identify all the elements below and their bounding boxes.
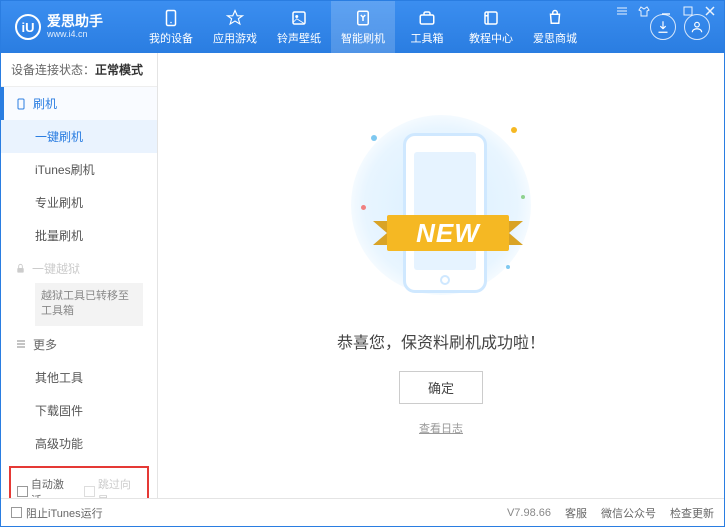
jailbreak-moved-note: 越狱工具已转移至工具箱 — [35, 283, 143, 326]
app-logo: iU 爱思助手 www.i4.cn — [9, 14, 139, 40]
nav-tab-6[interactable]: 爱思商城 — [523, 1, 587, 53]
sidebar-item-pro-flash[interactable]: 专业刷机 — [1, 186, 157, 219]
success-illustration: NEW — [361, 115, 521, 315]
nav-tab-2[interactable]: 铃声壁纸 — [267, 1, 331, 53]
sidebar-section-more[interactable]: 更多 — [1, 328, 157, 361]
wechat-link[interactable]: 微信公众号 — [601, 505, 656, 521]
nav-icon — [353, 9, 373, 27]
close-button[interactable] — [703, 4, 717, 18]
connection-status: 设备连接状态：正常模式 — [1, 53, 157, 87]
nav-icon — [289, 9, 309, 27]
checkbox-auto-activate[interactable]: 自动激活 — [17, 476, 74, 498]
maximize-button[interactable] — [681, 4, 695, 18]
checkbox-skip-guide: 跳过向导 — [84, 476, 141, 498]
nav-icon — [417, 9, 437, 27]
nav-tab-5[interactable]: 教程中心 — [459, 1, 523, 53]
success-message: 恭喜您，保资料刷机成功啦！ — [337, 329, 545, 353]
sidebar-item-batch-flash[interactable]: 批量刷机 — [1, 219, 157, 252]
skin-icon[interactable] — [637, 4, 651, 18]
view-log-link[interactable]: 查看日志 — [419, 420, 463, 436]
support-link[interactable]: 客服 — [565, 505, 587, 521]
version-label: V7.98.66 — [507, 507, 551, 519]
app-title: 爱思助手 — [47, 14, 103, 29]
phone-icon — [15, 98, 27, 110]
highlighted-options-box: 自动激活 跳过向导 — [9, 466, 149, 498]
nav-icon — [481, 9, 501, 27]
logo-icon: iU — [15, 14, 41, 40]
list-icon — [15, 338, 27, 350]
minimize-button[interactable] — [659, 4, 673, 18]
svg-text:NEW: NEW — [416, 218, 481, 248]
sidebar-item-other-tools[interactable]: 其他工具 — [1, 361, 157, 394]
app-site: www.i4.cn — [47, 30, 103, 40]
lock-icon — [15, 263, 26, 274]
nav-icon — [225, 9, 245, 27]
sidebar-item-itunes-flash[interactable]: iTunes刷机 — [1, 153, 157, 186]
checkbox-block-itunes[interactable]: 阻止iTunes运行 — [11, 505, 103, 521]
nav-tab-1[interactable]: 应用游戏 — [203, 1, 267, 53]
sidebar-item-download-firmware[interactable]: 下载固件 — [1, 394, 157, 427]
ok-button[interactable]: 确定 — [399, 371, 483, 404]
new-ribbon-icon: NEW — [373, 203, 523, 263]
nav-tab-0[interactable]: 我的设备 — [139, 1, 203, 53]
sidebar-item-oneclick-flash[interactable]: 一键刷机 — [1, 120, 157, 153]
nav-tab-3[interactable]: 智能刷机 — [331, 1, 395, 53]
nav-tab-4[interactable]: 工具箱 — [395, 1, 459, 53]
nav-icon — [161, 9, 181, 27]
sidebar-section-flash[interactable]: 刷机 — [1, 87, 157, 120]
check-update-link[interactable]: 检查更新 — [670, 505, 714, 521]
nav-icon — [545, 9, 565, 27]
menu-icon[interactable] — [615, 4, 629, 18]
sidebar-item-advanced[interactable]: 高级功能 — [1, 427, 157, 460]
nav-tabs: 我的设备应用游戏铃声壁纸智能刷机工具箱教程中心爱思商城 — [139, 1, 640, 53]
sidebar-section-jailbreak: 一键越狱 — [1, 252, 157, 281]
